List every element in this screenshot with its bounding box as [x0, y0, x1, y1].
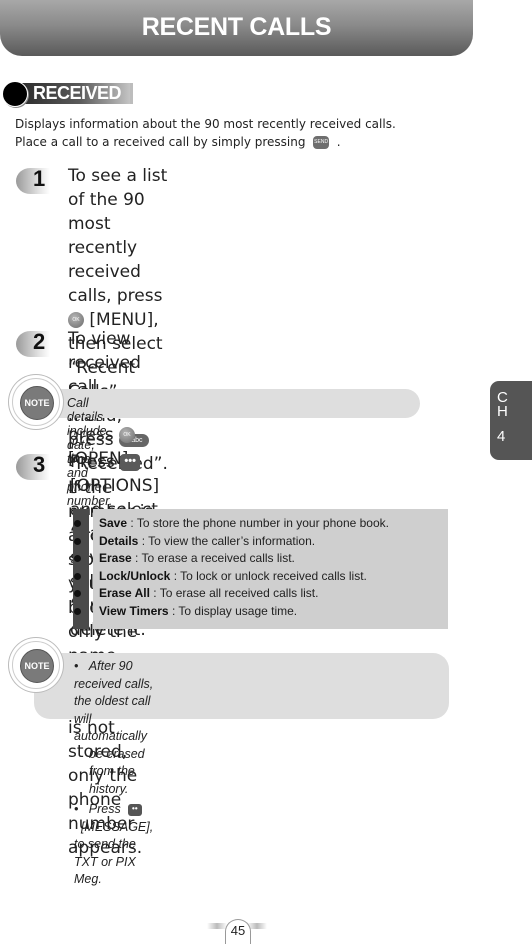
- chapter-tab-h: H: [497, 403, 508, 420]
- note-2-bullet-2: • Press •• [MESSAGE], to send the TXT or…: [74, 802, 154, 886]
- ok-key-icon: OK: [119, 427, 135, 443]
- bullet-icon: [74, 537, 81, 545]
- note-2-bullet-1: • After 90 received calls, the oldest ca…: [74, 659, 154, 743]
- options-list: Save : To store the phone number in your…: [73, 509, 448, 629]
- step-1-line: To see a list of the 90 most recently re…: [68, 166, 168, 282]
- page-title: RECENT CALLS: [141, 13, 332, 41]
- step-number: 3: [33, 452, 46, 477]
- ok-key-icon: OK: [68, 312, 84, 328]
- send-key-icon: SEND: [313, 136, 330, 149]
- intro-text: Displays information about the 90 most r…: [15, 115, 396, 151]
- page-number-text: 45: [225, 919, 251, 944]
- bullet-icon: [74, 572, 81, 580]
- note-2-text: • After 90 received calls, the oldest ca…: [74, 658, 153, 889]
- step-number-badge: 2: [16, 329, 58, 359]
- chapter-tab: C H 4: [490, 381, 532, 460]
- message-key-icon: ••: [127, 803, 142, 816]
- step-number-badge: 1: [16, 166, 58, 196]
- intro-line-2: Place a call to a received call by simpl…: [15, 133, 396, 151]
- intro-line-2-end: .: [336, 135, 341, 149]
- bullet-icon: [74, 590, 81, 597]
- note-icon: NOTE: [12, 378, 60, 426]
- page-number: 45: [207, 915, 267, 944]
- intro-line-1: Displays information about the 90 most r…: [15, 117, 396, 131]
- section-tag: RECEIVED: [2, 81, 133, 107]
- section-bullet-icon: [2, 81, 28, 107]
- bullet-icon: [74, 520, 81, 527]
- options-key-icon: •••: [120, 453, 141, 471]
- note-icon: NOTE: [12, 641, 60, 689]
- step-number: 1: [33, 166, 46, 191]
- page-header: RECENT CALLS: [0, 0, 473, 56]
- section-title: RECEIVED: [33, 83, 122, 103]
- intro-line-2-text: Place a call to a received call by simpl…: [15, 135, 306, 149]
- step-number-badge: 3: [16, 452, 58, 482]
- bullet-icon: [74, 607, 81, 615]
- bullet-icon: [74, 555, 81, 562]
- step-number: 2: [33, 329, 46, 354]
- chapter-number: 4: [497, 428, 506, 445]
